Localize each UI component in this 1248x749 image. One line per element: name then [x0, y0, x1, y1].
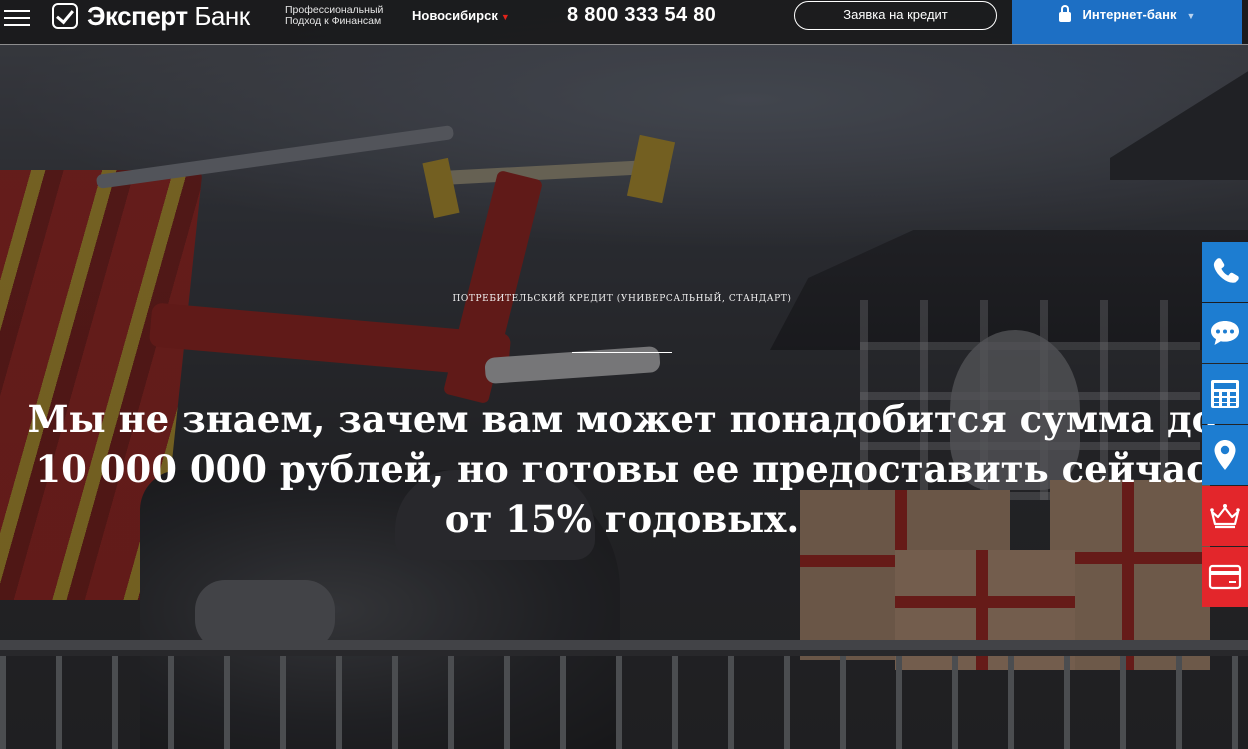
quick-actions-bar: [1202, 242, 1248, 608]
phone-icon: [1213, 258, 1239, 283]
headline-line: Мы не знаем, зачем вам может понадобится…: [27, 397, 1217, 441]
hero-headline: Мы не знаем, зачем вам может понадобится…: [0, 394, 1244, 544]
internet-bank-button[interactable]: Интернет-банк ▼: [1012, 0, 1242, 44]
calculator-icon: [1211, 380, 1239, 408]
logo-tagline: Профессиональный Подход к Финансам: [285, 4, 384, 27]
phone-number[interactable]: 8 800 333 54 80: [567, 4, 716, 27]
headline-line: от 15% годовых.: [444, 497, 800, 541]
lock-icon: [1058, 5, 1071, 22]
logo-text: Эксперт Банк: [87, 0, 250, 31]
premium-button[interactable]: [1202, 486, 1248, 546]
office-map-button[interactable]: [1202, 425, 1248, 485]
product-category: ПОТРЕБИТЕЛЬСКИЙ КРЕДИТ (УНИВЕРСАЛЬНЫЙ, С…: [452, 294, 792, 304]
hero-background: [0, 0, 1248, 749]
card-button[interactable]: [1202, 547, 1248, 607]
city-label: Новосибирск: [412, 8, 498, 23]
chevron-down-icon: ▼: [1186, 11, 1196, 21]
hamburger-menu-icon[interactable]: [4, 5, 30, 29]
city-selector[interactable]: Новосибирск ▼: [412, 8, 510, 23]
call-button[interactable]: [1202, 242, 1248, 302]
calculator-button[interactable]: [1202, 364, 1248, 424]
site-header: Эксперт Банк Профессиональный Подход к Ф…: [0, 0, 1248, 45]
map-pin-icon: [1214, 440, 1236, 470]
credit-application-button[interactable]: Заявка на кредит: [794, 1, 997, 30]
internet-bank-label: Интернет-банк: [1082, 7, 1177, 22]
chevron-down-icon: ▼: [500, 11, 510, 22]
chat-bubble-icon: [1211, 321, 1239, 345]
checkbox-check-icon: [52, 3, 78, 29]
crown-icon: [1210, 504, 1240, 529]
headline-line: 10 000 000 рублей, но готовы ее предоста…: [35, 447, 1209, 491]
credit-card-icon: [1208, 564, 1242, 590]
chat-button[interactable]: [1202, 303, 1248, 363]
divider: [572, 352, 672, 353]
bank-logo[interactable]: Эксперт Банк: [52, 1, 250, 31]
